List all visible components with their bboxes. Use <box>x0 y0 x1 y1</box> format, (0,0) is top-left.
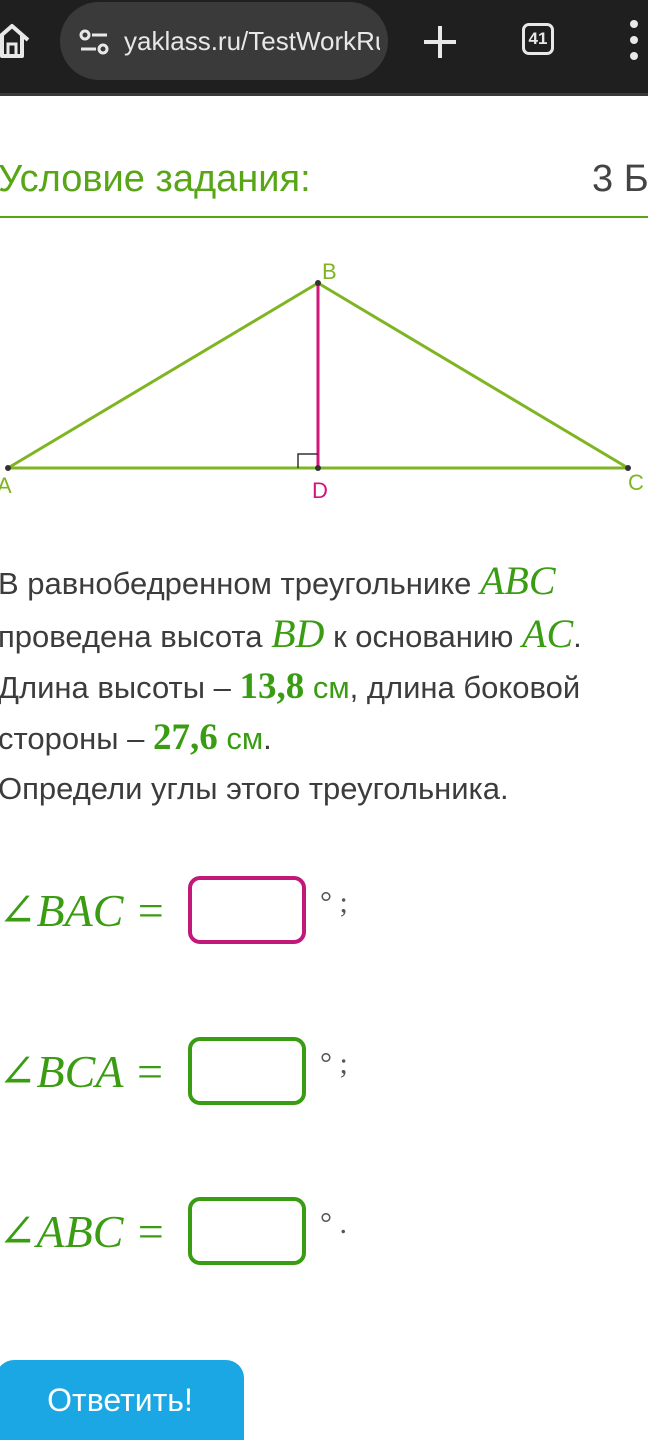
right-angle-mark <box>297 453 318 468</box>
label-d: D <box>312 478 328 503</box>
submit-button[interactable]: Ответить! <box>0 1360 244 1440</box>
label-c: C <box>628 470 644 495</box>
math-ac: AC <box>522 611 574 656</box>
site-settings-icon[interactable] <box>78 26 110 58</box>
equation-abc: ∠ABC = ° . <box>0 1191 347 1271</box>
problem-line: Длина высоты – 13,8 см, длина боковой <box>0 666 581 707</box>
math-bd: BD <box>271 611 325 656</box>
problem-line: Определи углы этого треугольника. <box>0 771 509 806</box>
angle-bca-input[interactable] <box>188 1037 306 1105</box>
label-a: A <box>0 473 12 498</box>
address-bar[interactable]: yaklass.ru/TestWorkRun <box>60 2 388 80</box>
label-b: B <box>322 259 337 284</box>
height-value: 13,8 <box>239 666 305 707</box>
point-a <box>5 465 11 471</box>
equation-bca: ∠BCA = ° ; <box>0 1031 348 1111</box>
angle-bac-label: ∠BAC = <box>0 885 166 936</box>
new-tab-plus-icon[interactable] <box>420 22 460 62</box>
degree-suffix: ° . <box>320 1207 347 1240</box>
angle-abc-label: ∠ABC = <box>0 1206 166 1257</box>
side-ab <box>7 281 319 470</box>
tab-switcher-icon[interactable]: 41 <box>522 23 554 55</box>
task-points: 3 Б. <box>592 158 648 200</box>
angle-abc-input[interactable] <box>188 1197 306 1265</box>
task-heading: Условие задания: <box>0 158 311 200</box>
equation-bac: ∠BAC = ° ; <box>0 870 348 950</box>
problem-statement: В равнобедренном треугольнике ABC провед… <box>0 556 648 814</box>
angle-bac-input[interactable] <box>188 876 306 944</box>
math-abc: ABC <box>480 558 556 603</box>
url-text: yaklass.ru/TestWorkRun <box>124 26 380 56</box>
problem-line: стороны – 27,6 см. <box>0 717 272 758</box>
problem-line: В равнобедренном треугольнике ABC <box>0 558 556 603</box>
degree-suffix: ° ; <box>320 1047 348 1080</box>
degree-suffix: ° ; <box>320 886 348 919</box>
side-bc <box>317 281 629 470</box>
triangle-figure: A B C D <box>0 259 644 503</box>
point-b <box>315 280 321 286</box>
point-d <box>315 465 321 471</box>
home-icon[interactable] <box>0 18 34 62</box>
overflow-menu-icon[interactable] <box>624 18 644 62</box>
browser-toolbar: yaklass.ru/TestWorkRun 41 <box>0 0 648 96</box>
angle-bca-label: ∠BCA = <box>0 1046 166 1097</box>
heading-divider <box>0 216 648 218</box>
side-value: 27,6 <box>152 717 218 758</box>
problem-line: проведена высота BD к основанию AC. <box>0 611 582 656</box>
